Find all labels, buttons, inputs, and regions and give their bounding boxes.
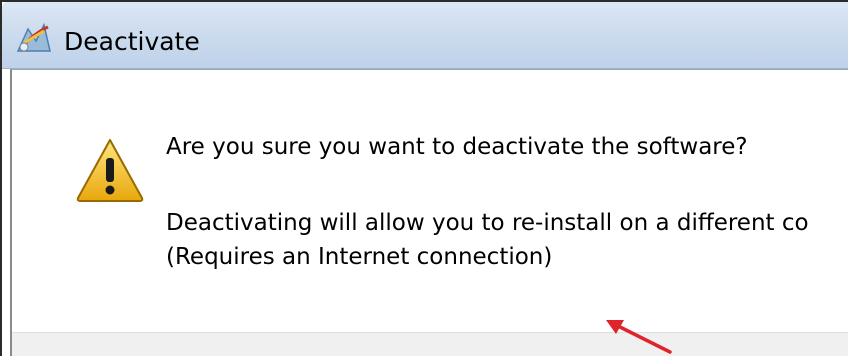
warning-icon bbox=[74, 134, 146, 206]
app-icon bbox=[14, 21, 54, 55]
main-instruction: Are you sure you want to deactivate the … bbox=[166, 134, 748, 160]
annotation-arrow-icon bbox=[598, 312, 678, 356]
dialog-content: Are you sure you want to deactivate the … bbox=[10, 69, 848, 356]
dialog-window: Deactivate Are you sure you want to deac… bbox=[0, 0, 848, 356]
title-bar[interactable]: Deactivate bbox=[2, 2, 848, 69]
content-line: (Requires an Internet connection) bbox=[166, 244, 553, 270]
content-line: Deactivating will allow you to re-instal… bbox=[166, 210, 809, 236]
button-area bbox=[12, 332, 848, 356]
content-text: Deactivating will allow you to re-instal… bbox=[166, 206, 809, 274]
window-title: Deactivate bbox=[64, 27, 200, 56]
